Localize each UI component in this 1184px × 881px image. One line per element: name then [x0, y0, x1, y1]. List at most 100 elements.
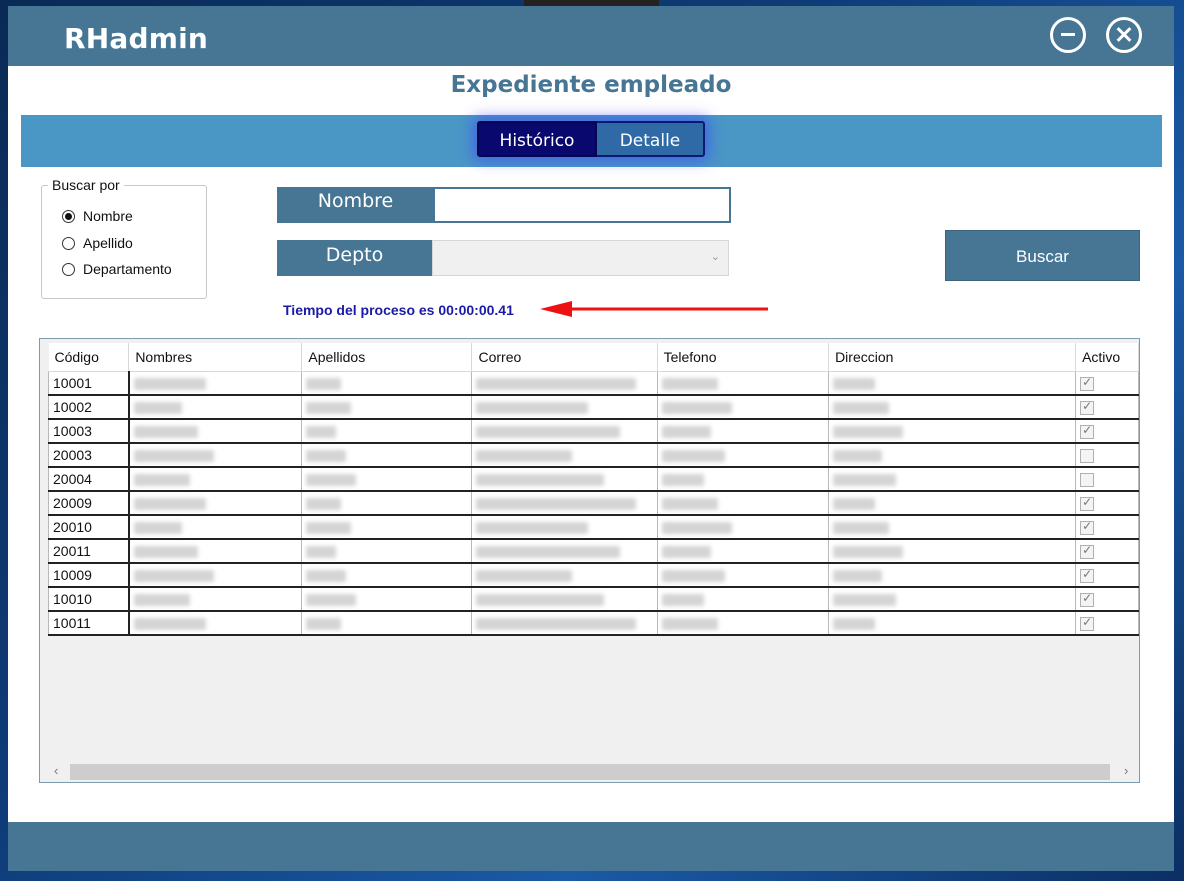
scroll-right-icon[interactable]: › [1124, 763, 1128, 778]
table-row[interactable]: 20011 [47, 539, 1139, 564]
cell-redacted[interactable] [657, 419, 830, 444]
cell-redacted[interactable] [301, 539, 473, 564]
cell-redacted[interactable] [657, 611, 830, 636]
table-row[interactable]: 20003 [47, 443, 1139, 468]
table-row[interactable]: 20010 [47, 515, 1139, 540]
radio-departamento[interactable]: Departamento [62, 259, 172, 279]
checkbox-icon[interactable] [1080, 399, 1095, 416]
table-row[interactable]: 10002 [47, 395, 1139, 420]
cell-redacted[interactable] [657, 491, 830, 516]
close-icon[interactable] [1106, 17, 1142, 53]
cell-redacted[interactable] [657, 467, 830, 492]
cell-redacted[interactable] [128, 611, 303, 636]
cell-redacted[interactable] [828, 443, 1077, 468]
cell-redacted[interactable] [471, 371, 658, 396]
checkbox-icon[interactable] [1080, 473, 1095, 488]
cell-redacted[interactable] [828, 515, 1077, 540]
scrollbar-thumb[interactable] [70, 764, 1110, 780]
cell-activo[interactable] [1075, 611, 1139, 636]
column-header[interactable]: Correo [471, 343, 658, 372]
radio-unchecked-icon[interactable] [62, 262, 75, 276]
cell-codigo[interactable]: 10009 [47, 563, 130, 588]
cell-codigo[interactable]: 10011 [47, 611, 130, 636]
cell-redacted[interactable] [471, 395, 658, 420]
radio-nombre[interactable]: Nombre [62, 206, 133, 226]
cell-redacted[interactable] [657, 395, 830, 420]
table-row[interactable]: 20009 [47, 491, 1139, 516]
employees-grid[interactable]: Código Nombres Apellidos Correo Telefono Dire… [39, 338, 1140, 783]
cell-redacted[interactable] [828, 395, 1077, 420]
cell-redacted[interactable] [471, 443, 658, 468]
cell-redacted[interactable] [657, 515, 830, 540]
nombre-input[interactable] [433, 187, 731, 223]
cell-redacted[interactable] [128, 587, 303, 612]
tab-historico[interactable]: Histórico [477, 121, 597, 157]
cell-codigo[interactable]: 20004 [47, 467, 130, 492]
cell-activo[interactable] [1075, 395, 1139, 420]
cell-activo[interactable] [1075, 587, 1139, 612]
checkbox-icon[interactable] [1080, 423, 1095, 440]
cell-redacted[interactable] [301, 443, 473, 468]
cell-redacted[interactable] [471, 515, 658, 540]
checkbox-icon[interactable] [1080, 543, 1095, 560]
checkbox-icon[interactable] [1080, 375, 1095, 392]
cell-redacted[interactable] [128, 491, 303, 516]
table-row[interactable]: 10001 [47, 371, 1139, 396]
scroll-left-icon[interactable]: ‹ [54, 763, 58, 778]
cell-codigo[interactable]: 10003 [47, 419, 130, 444]
column-header[interactable]: Activo [1075, 343, 1139, 372]
cell-redacted[interactable] [828, 611, 1077, 636]
cell-redacted[interactable] [128, 419, 303, 444]
cell-redacted[interactable] [828, 491, 1077, 516]
cell-codigo[interactable]: 10010 [47, 587, 130, 612]
checkbox-icon[interactable] [1080, 615, 1095, 632]
cell-redacted[interactable] [657, 587, 830, 612]
cell-activo[interactable] [1075, 467, 1139, 492]
cell-redacted[interactable] [128, 539, 303, 564]
cell-codigo[interactable]: 10001 [47, 371, 130, 396]
cell-redacted[interactable] [828, 419, 1077, 444]
cell-redacted[interactable] [828, 371, 1077, 396]
cell-redacted[interactable] [301, 467, 473, 492]
depto-select[interactable]: ⌄ [432, 240, 729, 276]
cell-activo[interactable] [1075, 515, 1139, 540]
checkbox-icon[interactable] [1080, 449, 1095, 464]
cell-codigo[interactable]: 10002 [47, 395, 130, 420]
buscar-button[interactable]: Buscar [945, 230, 1140, 281]
cell-redacted[interactable] [471, 467, 658, 492]
cell-codigo[interactable]: 20010 [47, 515, 130, 540]
radio-apellido[interactable]: Apellido [62, 233, 133, 253]
cell-activo[interactable] [1075, 539, 1139, 564]
column-header[interactable]: Apellidos [301, 343, 473, 372]
cell-redacted[interactable] [471, 539, 658, 564]
cell-codigo[interactable]: 20011 [47, 539, 130, 564]
table-row[interactable]: 10011 [47, 611, 1139, 636]
cell-redacted[interactable] [471, 419, 658, 444]
cell-activo[interactable] [1075, 371, 1139, 396]
cell-redacted[interactable] [657, 563, 830, 588]
cell-redacted[interactable] [301, 611, 473, 636]
cell-codigo[interactable]: 20009 [47, 491, 130, 516]
cell-redacted[interactable] [828, 587, 1077, 612]
cell-redacted[interactable] [471, 563, 658, 588]
cell-activo[interactable] [1075, 491, 1139, 516]
column-header[interactable]: Código [48, 343, 130, 372]
cell-redacted[interactable] [128, 395, 303, 420]
cell-activo[interactable] [1075, 563, 1139, 588]
radio-checked-icon[interactable] [62, 209, 75, 223]
cell-redacted[interactable] [301, 587, 473, 612]
cell-redacted[interactable] [828, 539, 1077, 564]
cell-redacted[interactable] [471, 587, 658, 612]
radio-unchecked-icon[interactable] [62, 236, 75, 250]
cell-redacted[interactable] [828, 467, 1077, 492]
cell-redacted[interactable] [301, 563, 473, 588]
table-row[interactable]: 10003 [47, 419, 1139, 444]
column-header[interactable]: Telefono [657, 343, 830, 372]
column-header[interactable]: Direccion [828, 343, 1077, 372]
cell-redacted[interactable] [301, 419, 473, 444]
checkbox-icon[interactable] [1080, 519, 1095, 536]
minimize-icon[interactable] [1050, 17, 1086, 53]
cell-redacted[interactable] [301, 395, 473, 420]
column-header[interactable]: Nombres [128, 343, 303, 372]
tab-detalle[interactable]: Detalle [597, 121, 705, 157]
